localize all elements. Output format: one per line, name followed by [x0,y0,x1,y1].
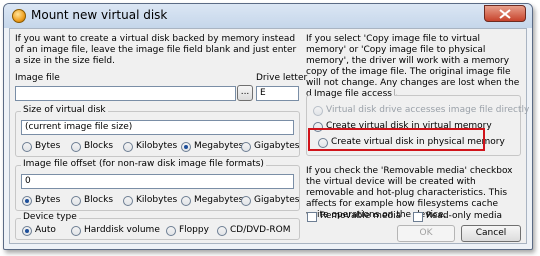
size-bytes-label: Bytes [35,141,61,151]
dialog-body: If you want to create a virtual disk bac… [9,28,530,244]
device-type-group: Device type Auto Harddisk volume Floppy … [15,212,300,240]
size-blocks-radio[interactable] [71,142,81,152]
size-group-label: Size of virtual disk [21,105,108,115]
app-icon [12,9,26,23]
size-megabytes-radio[interactable] [181,142,191,152]
removable-media-checkbox[interactable] [307,212,317,222]
title-bar[interactable]: Mount new virtual disk [4,4,532,28]
device-harddisk-radio[interactable] [71,226,81,236]
device-auto-radio[interactable] [22,226,32,236]
offset-group: Image file offset (for non-raw disk imag… [15,159,300,211]
drive-letter-input[interactable]: E [256,86,299,101]
size-megabytes-label: Megabytes [194,141,244,151]
offset-kilobytes-radio[interactable] [123,196,133,206]
size-bytes-radio[interactable] [22,142,32,152]
offset-gigabytes-radio[interactable] [241,196,251,206]
size-blocks-label: Blocks [84,141,114,151]
highlight-box [308,128,485,151]
offset-kilobytes-label: Kilobytes [136,195,178,205]
image-file-input[interactable] [15,86,236,101]
close-icon [499,9,511,19]
size-group: Size of virtual disk (current image file… [15,105,300,157]
device-floppy-label: Floppy [179,225,209,235]
read-only-media-label: Read-only media [426,211,502,221]
drive-letter-label: Drive letter [256,73,308,83]
size-input[interactable]: (current image file size) [21,120,294,135]
offset-blocks-label: Blocks [84,195,114,205]
size-kilobytes-radio[interactable] [123,142,133,152]
device-auto-label: Auto [35,225,56,235]
offset-group-label: Image file offset (for non-raw disk imag… [21,159,266,169]
offset-bytes-radio[interactable] [22,196,32,206]
size-gigabytes-label: Gigabytes [254,141,300,151]
device-cdrom-radio[interactable] [217,226,227,236]
ok-button[interactable]: OK [397,225,455,242]
access-direct-radio[interactable] [313,106,323,116]
cancel-button[interactable]: Cancel [461,225,521,242]
offset-bytes-label: Bytes [35,195,61,205]
browse-button[interactable]: ... [237,85,253,101]
device-type-group-label: Device type [21,212,79,222]
removable-media-label: Removable media [320,211,402,221]
offset-gigabytes-label: Gigabytes [254,195,300,205]
size-gigabytes-radio[interactable] [241,142,251,152]
image-file-access-label: Image file access [312,89,394,99]
intro-text: If you want to create a virtual disk bac… [15,34,297,66]
offset-megabytes-radio[interactable] [181,196,191,206]
image-file-label: Image file [15,73,60,83]
size-kilobytes-label: Kilobytes [136,141,178,151]
device-floppy-radio[interactable] [166,226,176,236]
access-direct-label: Virtual disk drive accesses image file d… [326,105,530,115]
offset-input[interactable]: 0 [21,174,294,189]
device-harddisk-label: Harddisk volume [84,225,160,235]
device-cdrom-label: CD/DVD-ROM [230,225,291,235]
dialog-window: Mount new virtual disk If you want to cr… [3,3,533,250]
offset-blocks-radio[interactable] [71,196,81,206]
close-button[interactable] [484,5,526,22]
read-only-media-checkbox[interactable] [413,212,423,222]
offset-megabytes-label: Megabytes [194,195,244,205]
window-title: Mount new virtual disk [31,8,168,22]
